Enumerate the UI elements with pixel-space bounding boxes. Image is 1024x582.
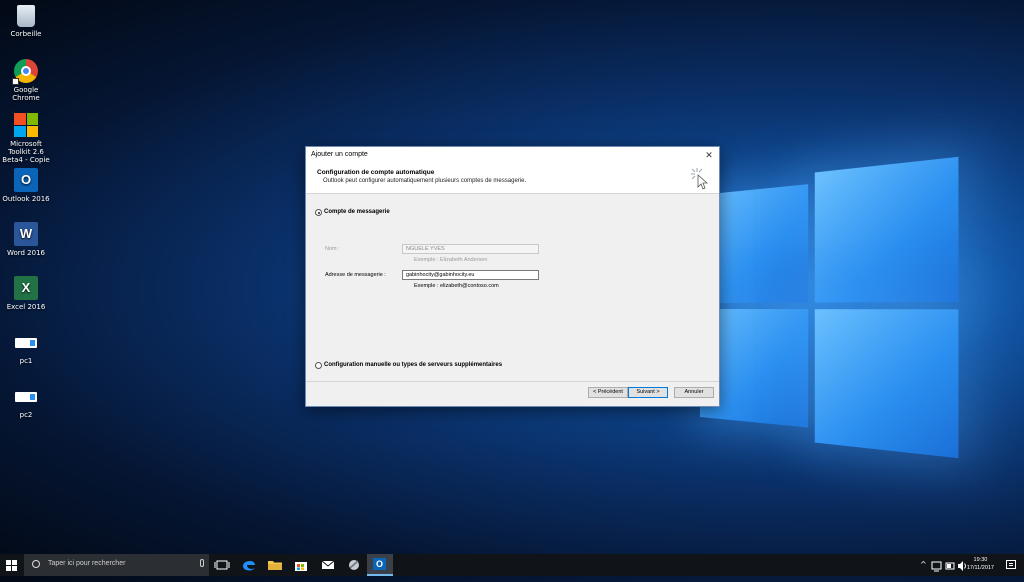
desktop-icon-chrome[interactable]: Google Chrome (2, 59, 50, 102)
cortana-icon (32, 560, 40, 568)
recycle-bin-icon (17, 5, 35, 27)
outlook-icon: O (14, 168, 38, 192)
task-view-icon[interactable] (213, 557, 231, 573)
desktop-icon-label: Corbeille (2, 30, 50, 38)
desktop-icon-label: Google Chrome (2, 86, 50, 102)
desktop-icon-label: Word 2016 (2, 249, 50, 257)
battery-icon[interactable] (944, 558, 956, 574)
manual-config-radio[interactable] (315, 362, 322, 369)
pc-icon (15, 392, 37, 402)
next-button[interactable]: Suivant > (628, 387, 668, 398)
action-center-icon[interactable] (1006, 560, 1016, 569)
edge-icon[interactable] (240, 557, 258, 573)
wizard-cursor-icon (689, 166, 713, 190)
system-clock[interactable]: 19:30 17/11/2017 (967, 557, 994, 572)
microsoft-toolkit-icon (14, 113, 38, 137)
search-placeholder: Taper ici pour rechercher (48, 560, 125, 567)
desktop-icon-recycle-bin[interactable]: Corbeille (2, 5, 50, 38)
tray-overflow-chevron[interactable]: ^ (920, 560, 927, 582)
footer-divider (306, 381, 719, 382)
taskbar: Taper ici pour rechercher O ^ 19:30 17/1… (0, 554, 1024, 576)
desktop-icon-label: Outlook 2016 (2, 195, 50, 203)
start-button[interactable] (0, 554, 22, 576)
store-icon[interactable] (292, 557, 310, 573)
chrome-icon (14, 59, 38, 83)
desktop-icon-pc1[interactable]: pc1 (2, 330, 50, 365)
clock-time: 19:30 (967, 557, 994, 565)
desktop-icon-label: pc2 (2, 411, 50, 419)
windows-wallpaper-logo (700, 157, 958, 458)
dialog-title: Ajouter un compte (311, 151, 368, 158)
name-hint: Exemple : Elizabeth Andersen (414, 257, 487, 263)
header-subtitle: Outlook peut configurer automatiquement … (323, 178, 526, 184)
email-account-radio[interactable] (315, 209, 322, 216)
taskbar-outlook-button[interactable]: O (367, 554, 393, 576)
app-icon[interactable] (345, 557, 363, 573)
excel-icon: X (14, 276, 38, 300)
email-label: Adresse de messagerie : (325, 272, 386, 278)
file-explorer-icon[interactable] (266, 557, 284, 573)
desktop-icon-label: pc1 (2, 357, 50, 365)
outlook-icon: O (373, 558, 386, 570)
manual-config-label: Configuration manuelle ou types de serve… (324, 362, 502, 368)
add-account-dialog: Ajouter un compte ✕ Configuration de com… (305, 146, 720, 407)
microphone-icon[interactable] (200, 559, 204, 567)
name-field[interactable] (402, 244, 539, 254)
desktop-icon-label: Microsoft Toolkit 2.6 Beta4 - Copie (2, 140, 50, 164)
close-icon[interactable]: ✕ (703, 147, 715, 163)
windows-icon (6, 560, 11, 565)
desktop-icon-outlook[interactable]: O Outlook 2016 (2, 168, 50, 203)
email-hint: Exemple : elizabeth@contoso.com (414, 283, 499, 289)
header-title: Configuration de compte automatique (317, 169, 434, 176)
dialog-title-bar[interactable]: Ajouter un compte ✕ (306, 147, 719, 163)
desktop-icon-pc2[interactable]: pc2 (2, 384, 50, 419)
word-icon: W (14, 222, 38, 246)
desktop-icon-excel[interactable]: X Excel 2016 (2, 276, 50, 311)
network-icon[interactable] (931, 558, 943, 574)
dialog-header: Configuration de compte automatique Outl… (306, 163, 719, 194)
clock-date: 17/11/2017 (967, 565, 994, 573)
desktop-icon-word[interactable]: W Word 2016 (2, 222, 50, 257)
desktop-icon-label: Excel 2016 (2, 303, 50, 311)
email-field[interactable] (402, 270, 539, 280)
desktop-icon-microsoft-toolkit[interactable]: Microsoft Toolkit 2.6 Beta4 - Copie (2, 113, 50, 164)
cancel-button[interactable]: Annuler (674, 387, 714, 398)
name-label: Nom : (325, 246, 340, 252)
email-account-label: Compte de messagerie (324, 209, 390, 215)
pc-icon (15, 338, 37, 348)
mail-icon[interactable] (319, 557, 337, 573)
back-button[interactable]: < Précédent (588, 387, 628, 398)
taskbar-search-box[interactable]: Taper ici pour rechercher (24, 554, 209, 576)
